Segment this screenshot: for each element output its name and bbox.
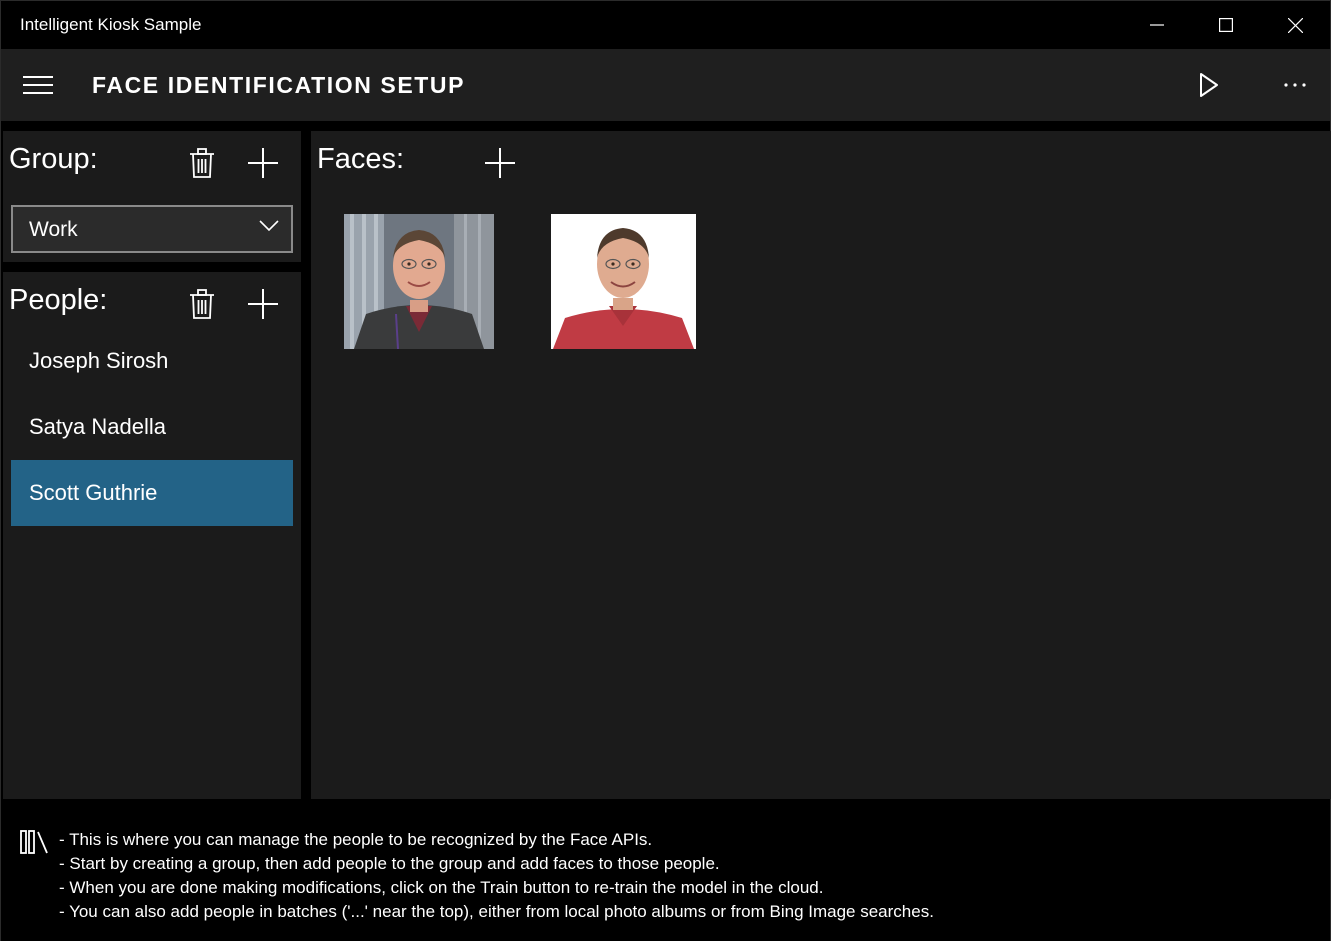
chevron-down-icon <box>259 220 279 232</box>
person-name: Scott Guthrie <box>29 480 158 505</box>
help-line: - This is where you can manage the peopl… <box>59 830 653 849</box>
close-icon <box>1287 17 1303 33</box>
plus-icon <box>248 148 278 178</box>
play-icon <box>1200 73 1218 97</box>
group-panel: Group: Work <box>3 131 301 262</box>
maximize-icon <box>1219 18 1233 32</box>
train-button[interactable] <box>1181 49 1237 121</box>
delete-group-button[interactable] <box>180 141 224 185</box>
maximize-button[interactable] <box>1192 1 1260 49</box>
more-icon <box>1284 83 1306 87</box>
face-thumbnail[interactable] <box>551 214 696 349</box>
trash-icon <box>190 289 214 319</box>
help-line: - You can also add people in batches ('.… <box>59 902 934 921</box>
info-panel: - This is where you can manage the peopl… <box>1 799 1330 941</box>
close-button[interactable] <box>1261 1 1329 49</box>
add-group-button[interactable] <box>241 141 285 185</box>
person-name: Satya Nadella <box>29 414 166 439</box>
faces-panel: Faces: <box>311 131 1331 799</box>
face-photo-image <box>551 214 696 349</box>
group-dropdown-value: Work <box>29 218 78 241</box>
page-title: FACE IDENTIFICATION SETUP <box>92 72 466 98</box>
hamburger-icon <box>23 76 53 94</box>
hamburger-menu-button[interactable] <box>1 49 75 121</box>
person-list-item[interactable]: Satya Nadella <box>11 394 293 460</box>
app-window: Intelligent Kiosk Sample FACE IDENTIFICA… <box>0 0 1331 941</box>
plus-icon <box>248 289 278 319</box>
window-title: Intelligent Kiosk Sample <box>20 15 202 34</box>
add-person-button[interactable] <box>241 282 285 326</box>
group-dropdown[interactable]: Work <box>11 205 293 253</box>
person-name: Joseph Sirosh <box>29 348 169 373</box>
library-icon <box>20 830 48 854</box>
faces-label: Faces: <box>317 143 405 175</box>
help-line: - Start by creating a group, then add pe… <box>59 854 720 873</box>
add-face-button[interactable] <box>478 141 522 185</box>
minimize-button[interactable] <box>1123 1 1191 49</box>
people-label: People: <box>9 284 108 316</box>
plus-icon <box>485 148 515 178</box>
trash-icon <box>190 148 214 178</box>
title-bar: Intelligent Kiosk Sample <box>1 1 1330 49</box>
minimize-icon <box>1150 24 1164 26</box>
people-panel: People: Joseph Sirosh Satya Nadella Scot… <box>3 272 301 799</box>
face-thumbnail[interactable] <box>344 214 494 349</box>
more-options-button[interactable] <box>1267 49 1323 121</box>
person-list-item[interactable]: Joseph Sirosh <box>11 328 293 394</box>
face-photo-image <box>344 214 494 349</box>
help-text: - This is where you can manage the peopl… <box>59 828 934 924</box>
delete-person-button[interactable] <box>180 282 224 326</box>
app-bar: FACE IDENTIFICATION SETUP <box>1 49 1330 121</box>
person-list-item-selected[interactable]: Scott Guthrie <box>11 460 293 526</box>
help-line: - When you are done making modifications… <box>59 878 824 897</box>
group-label: Group: <box>9 143 98 175</box>
